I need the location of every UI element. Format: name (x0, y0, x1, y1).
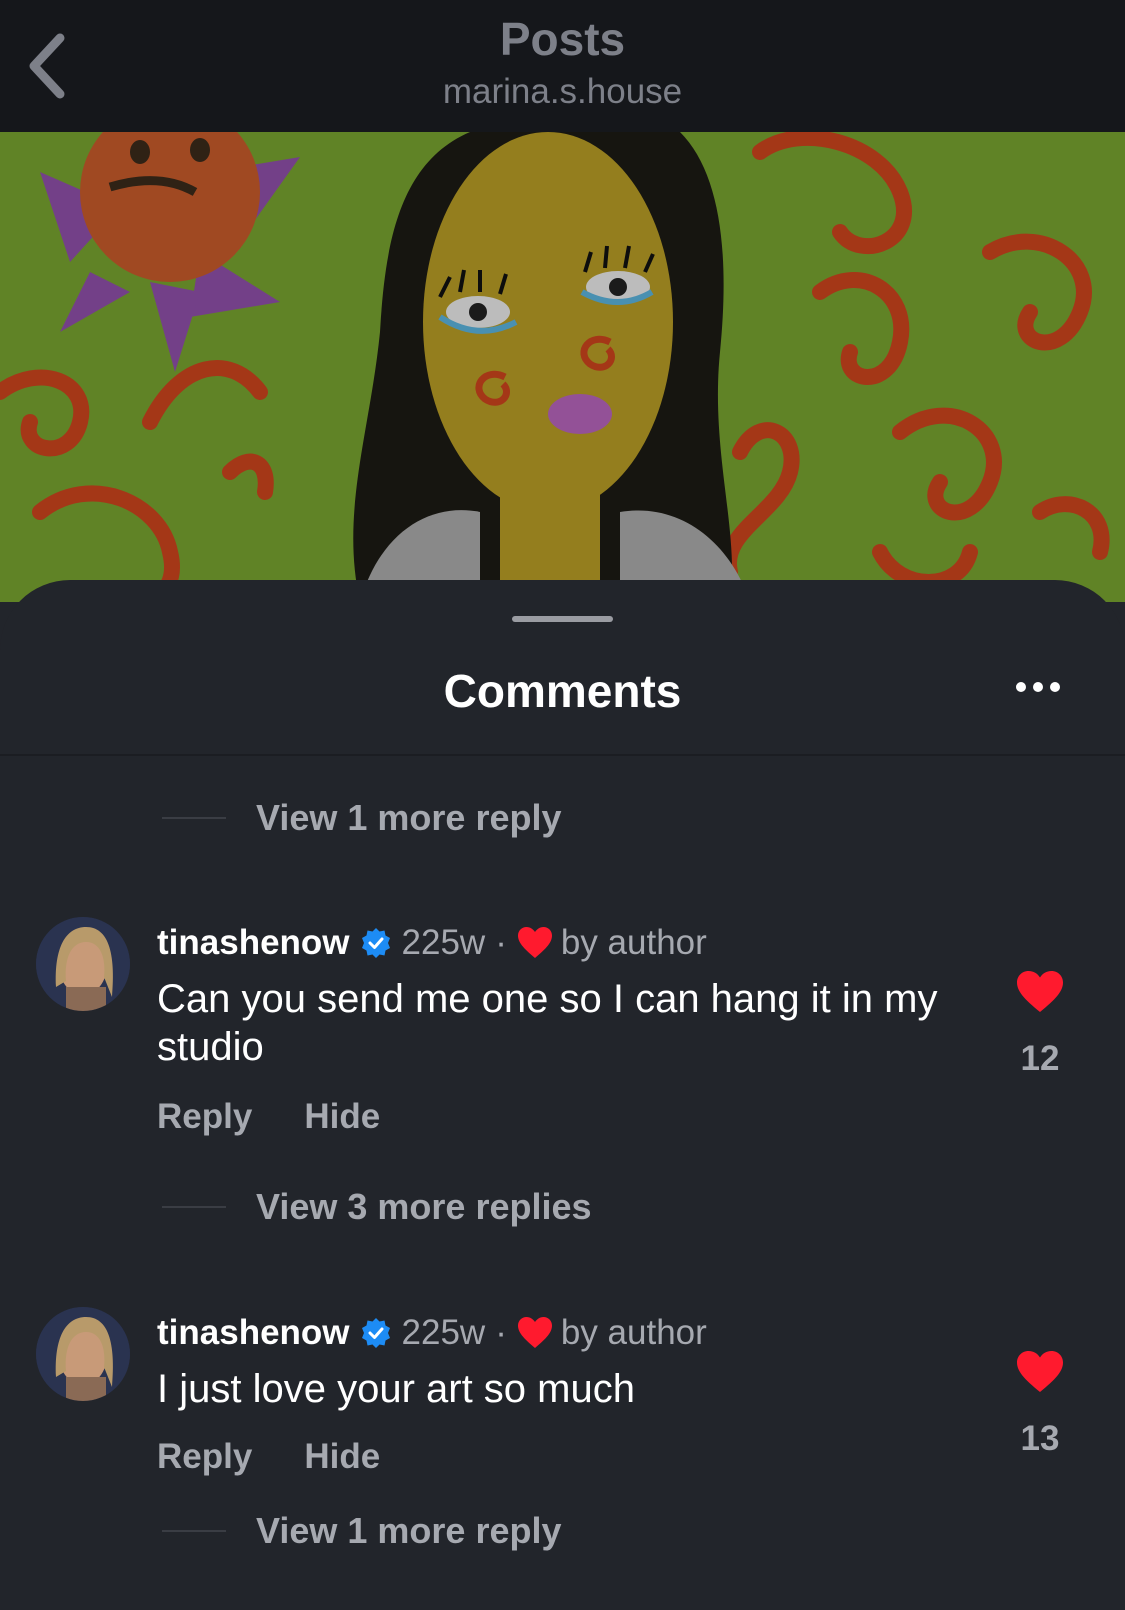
like-count: 12 (1020, 1039, 1060, 1078)
comment-time: 225w (401, 923, 486, 962)
username[interactable]: tinashenow (157, 1313, 350, 1353)
separator-dot: · (495, 1313, 507, 1352)
reply-button[interactable]: Reply (157, 1097, 252, 1137)
comment-actions: Reply Hide (157, 1437, 432, 1477)
view-replies-label: View 3 more replies (256, 1186, 592, 1227)
avatar-image (36, 1307, 130, 1401)
hide-button[interactable]: Hide (304, 1437, 380, 1477)
comment-actions: Reply Hide (157, 1097, 432, 1137)
liked-by-author-label: by author (560, 923, 707, 962)
account-username[interactable]: marina.s.house (0, 72, 1125, 112)
post-image[interactable] (0, 132, 1125, 602)
comment-meta: tinashenow 225w · by author (157, 1313, 707, 1353)
top-navigation-bar: Posts marina.s.house (0, 0, 1125, 132)
reply-thread-line (162, 817, 226, 819)
avatar[interactable] (36, 1307, 130, 1401)
like-heart-icon[interactable] (1016, 970, 1064, 1014)
comment-text: Can you send me one so I can hang it in … (157, 977, 938, 1069)
sheet-drag-handle[interactable] (512, 616, 613, 622)
view-replies-label: View 1 more reply (256, 1510, 562, 1551)
username[interactable]: tinashenow (157, 923, 350, 963)
reply-thread-line (162, 1530, 226, 1532)
separator-dot: · (495, 923, 507, 962)
more-horizontal-icon[interactable] (1016, 679, 1068, 693)
page-title: Posts (499, 13, 626, 65)
reply-button[interactable]: Reply (157, 1437, 252, 1477)
avatar-image (36, 917, 130, 1011)
view-more-replies-link[interactable]: View 3 more replies (162, 1183, 592, 1231)
comment-text: I just love your art so much (157, 1367, 635, 1411)
hide-button[interactable]: Hide (304, 1097, 380, 1137)
like-count: 13 (1020, 1419, 1060, 1458)
like-heart-icon[interactable] (1016, 1350, 1064, 1394)
divider (0, 754, 1125, 756)
heart-icon (517, 1317, 552, 1348)
verified-badge-icon (361, 928, 390, 958)
view-more-replies-link[interactable]: View 1 more reply (162, 1507, 562, 1555)
comments-title: Comments (443, 665, 682, 717)
comments-sheet: Comments View 1 more reply tinashenow 22… (0, 580, 1125, 1610)
comment-time: 225w (401, 1313, 486, 1352)
avatar[interactable] (36, 917, 130, 1011)
heart-icon (517, 927, 552, 958)
reply-thread-line (162, 1206, 226, 1208)
view-replies-label: View 1 more reply (256, 797, 562, 838)
painting-image (0, 132, 1125, 602)
view-more-replies-link[interactable]: View 1 more reply (162, 794, 562, 842)
verified-badge-icon (361, 1318, 390, 1348)
comment-meta: tinashenow 225w · by author (157, 923, 707, 963)
liked-by-author-label: by author (560, 1313, 707, 1352)
